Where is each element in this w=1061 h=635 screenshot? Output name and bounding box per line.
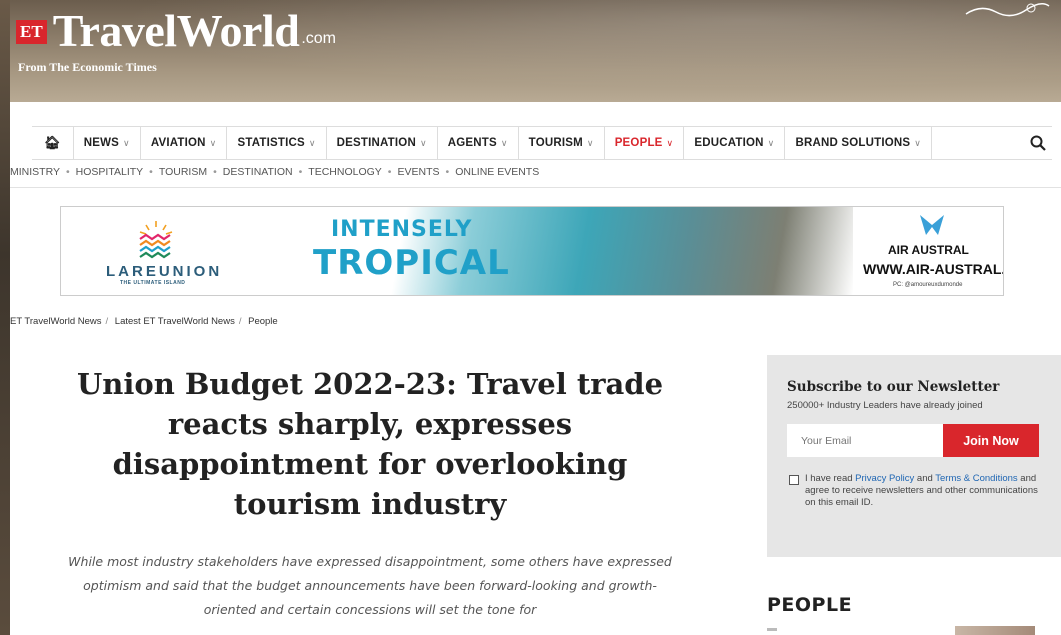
- subnav-item-online-events[interactable]: ONLINE EVENTS: [455, 166, 539, 178]
- email-field[interactable]: [787, 424, 943, 457]
- breadcrumb-separator: /: [238, 316, 242, 327]
- tagline: From The Economic Times: [18, 60, 157, 74]
- people-section-title: PEOPLE: [767, 594, 853, 616]
- decorative-illustration-icon: [965, 3, 1050, 17]
- nav-item-people[interactable]: PEOPLE ∨: [605, 127, 685, 159]
- breadcrumb-separator: /: [105, 316, 109, 327]
- subnav-item-ministry[interactable]: MINISTRY: [10, 166, 60, 178]
- bullet-separator: •: [213, 166, 217, 178]
- masthead: ET TravelWorld .com From The Economic Ti…: [10, 0, 1061, 102]
- chevron-down-icon: ∨: [586, 137, 594, 148]
- privacy-policy-link[interactable]: Privacy Policy: [855, 473, 914, 484]
- site-logo[interactable]: ET TravelWorld .com: [16, 8, 336, 54]
- nav-label: NEWS: [83, 137, 120, 149]
- bullet-separator: •: [445, 166, 450, 178]
- subnav-item-technology[interactable]: TECHNOLOGY: [308, 166, 382, 178]
- chevron-down-icon: ∨: [914, 137, 922, 148]
- home-icon[interactable]: 🏠︎: [32, 127, 74, 159]
- ad-reunion-section: LAREUNION THE ULTIMATE ISLAND: [61, 207, 291, 295]
- nav-label: PEOPLE: [614, 137, 663, 149]
- chevron-down-icon: ∨: [123, 137, 130, 148]
- list-item[interactable]: [767, 628, 777, 631]
- breadcrumb-item[interactable]: Latest ET TravelWorld News: [115, 316, 235, 327]
- search-icon[interactable]: [1024, 127, 1052, 159]
- bullet-separator: •: [65, 166, 70, 178]
- sun-waves-icon: [139, 221, 173, 259]
- bullet-separator: •: [387, 166, 392, 178]
- advertisement-banner[interactable]: LAREUNION THE ULTIMATE ISLAND INTENSELY T…: [60, 206, 1004, 296]
- bullet-separator: •: [149, 166, 153, 178]
- nav-label: BRAND SOLUTIONS: [795, 137, 911, 149]
- ad-brand-left-sub: THE ULTIMATE ISLAND: [120, 280, 186, 286]
- ad-brand-left: LAREUNION THE ULTIMATE ISLAND: [106, 263, 223, 286]
- terms-link[interactable]: Terms & Conditions: [935, 473, 1017, 484]
- nav-item-destination[interactable]: DESTINATION ∨: [327, 127, 438, 159]
- join-now-button[interactable]: Join Now: [943, 424, 1039, 457]
- subnav-item-events[interactable]: EVENTS: [397, 166, 439, 178]
- consent-checkbox[interactable]: [789, 475, 799, 485]
- ad-brand-right: AIR AUSTRAL: [888, 243, 969, 257]
- chevron-down-icon: ∨: [308, 137, 316, 148]
- nav-item-news[interactable]: NEWS ∨: [74, 127, 141, 159]
- nav-label: AGENTS: [447, 137, 497, 149]
- nav-item-education[interactable]: EDUCATION ∨: [684, 127, 786, 159]
- nav-item-statistics[interactable]: STATISTICS ∨: [227, 127, 327, 159]
- newsletter-title: Subscribe to our Newsletter: [787, 379, 1000, 395]
- ad-photo-section: INTENSELY TROPICAL: [291, 207, 853, 295]
- nav-label: DESTINATION: [336, 137, 416, 149]
- main-nav: 🏠︎ NEWS ∨ AVIATION ∨ STATISTICS ∨ DESTINATI…: [32, 126, 1052, 160]
- consent-and: and: [914, 473, 936, 484]
- nav-label: STATISTICS: [237, 137, 305, 149]
- article-summary: While most industry stakeholders have ex…: [68, 554, 672, 617]
- ad-air-austral-section: AIR AUSTRAL WWW.AIR-AUSTRAL.COM PC: @amo…: [853, 207, 1003, 295]
- breadcrumb: ET TravelWorld News / Latest ET TravelWor…: [10, 316, 278, 327]
- left-background-strip: [0, 0, 10, 635]
- subnav-item-hospitality[interactable]: HOSPITALITY: [76, 166, 144, 178]
- nav-label: TOURISM: [528, 137, 583, 149]
- nav-label: AVIATION: [150, 137, 206, 149]
- logo-badge: ET: [16, 20, 47, 44]
- subnav-item-tourism[interactable]: TOURISM: [159, 166, 207, 178]
- bullet-separator: •: [298, 166, 303, 178]
- ad-headline-2: TROPICAL: [313, 243, 510, 283]
- newsletter-widget: Subscribe to our Newsletter 250000+ Indu…: [767, 355, 1061, 557]
- nav-item-aviation[interactable]: AVIATION ∨: [141, 127, 228, 159]
- nav-item-tourism[interactable]: TOURISM ∨: [519, 127, 605, 159]
- chevron-down-icon: ∨: [209, 137, 217, 148]
- ad-credit: PC: @amoureuxdumonde: [893, 282, 963, 288]
- airline-logo-icon: [920, 215, 944, 235]
- chevron-down-icon: ∨: [419, 137, 427, 148]
- nav-label: EDUCATION: [694, 137, 764, 149]
- subnav-item-destination[interactable]: DESTINATION: [223, 166, 293, 178]
- people-thumbnail[interactable]: [955, 626, 1035, 635]
- logo-text: TravelWorld: [52, 5, 300, 56]
- divider: [10, 187, 1061, 188]
- consent-pre: I have read: [805, 473, 856, 484]
- chevron-down-icon: ∨: [767, 137, 775, 148]
- breadcrumb-item[interactable]: People: [248, 316, 278, 327]
- nav-item-brand-solutions[interactable]: BRAND SOLUTIONS ∨: [785, 127, 933, 159]
- logo-domain: .com: [301, 30, 336, 47]
- page-content: 🏠︎ NEWS ∨ AVIATION ∨ STATISTICS ∨ DESTINATI…: [10, 102, 1061, 635]
- nav-item-agents[interactable]: AGENTS ∨: [438, 127, 519, 159]
- newsletter-subtitle: 250000+ Industry Leaders have already jo…: [787, 400, 983, 411]
- ad-url: WWW.AIR-AUSTRAL.COM: [863, 261, 1003, 277]
- chevron-down-icon: ∨: [500, 137, 508, 148]
- consent-text: I have read Privacy Policy and Terms & C…: [805, 473, 1045, 509]
- breadcrumb-item[interactable]: ET TravelWorld News: [10, 316, 102, 327]
- ad-headline-1: INTENSELY: [331, 217, 473, 242]
- ad-brand-left-text: LAREUNION: [106, 263, 223, 280]
- sub-nav: MINISTRY • HOSPITALITY • TOURISM • DESTINAT…: [10, 166, 539, 178]
- chevron-down-icon: ∨: [666, 137, 674, 148]
- article-title: Union Budget 2022-23: Travel trade react…: [76, 367, 664, 521]
